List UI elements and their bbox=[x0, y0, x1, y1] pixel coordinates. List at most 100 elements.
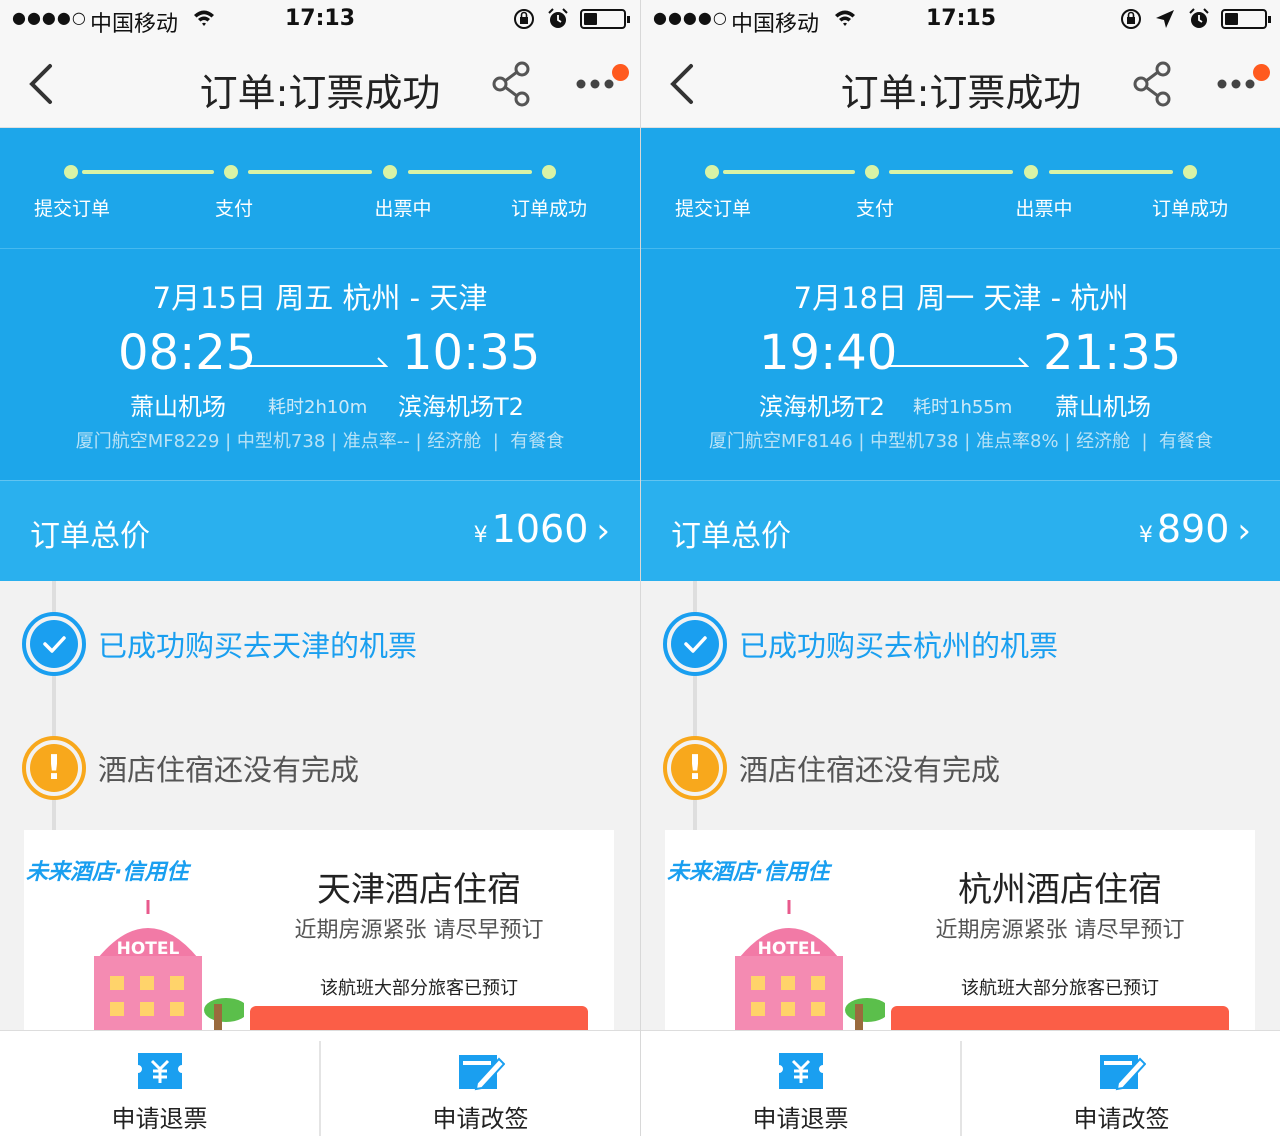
price-amount: ¥ 1060 › bbox=[474, 507, 610, 551]
success-text: 已成功购买去天津的机票 bbox=[98, 629, 418, 663]
hotel-pending-status: ! 酒店住宿还没有完成 bbox=[22, 736, 359, 800]
arrival-airport: 滨海机场T2 bbox=[398, 393, 524, 421]
book-hotel-button[interactable] bbox=[250, 1006, 588, 1030]
hotel-note: 该航班大部分旅客已预订 bbox=[961, 978, 1159, 999]
hotel-promo-card[interactable]: 未来酒店·信用住 HOTEL 杭州酒店住宿 近期房源紧张 请尽早预订 该航班大部… bbox=[665, 830, 1255, 1030]
progress-step-ticketing: 出票中 bbox=[1015, 198, 1073, 220]
warning-text: 酒店住宿还没有完成 bbox=[98, 753, 360, 787]
share-icon[interactable] bbox=[1131, 60, 1175, 108]
hotel-brand: 未来酒店·信用住 bbox=[667, 860, 830, 885]
arrival-airport: 萧山机场 bbox=[1055, 393, 1151, 421]
bottom-action-bar: 申请退票 申请改签 bbox=[641, 1030, 1280, 1136]
notification-badge bbox=[1253, 64, 1270, 81]
progress-line bbox=[82, 170, 214, 174]
refund-ticket-icon bbox=[778, 1053, 823, 1089]
flight-meta: 厦门航空MF8229 | 中型机738 | 准点率-- | 经济舱 | 有餐食 bbox=[75, 431, 565, 452]
departure-time: 19:40 bbox=[759, 325, 898, 381]
share-icon[interactable] bbox=[490, 60, 534, 108]
flight-meta: 厦门航空MF8146 | 中型机738 | 准点率8% | 经济舱 | 有餐食 bbox=[708, 431, 1214, 452]
progress-node bbox=[542, 165, 556, 179]
hotel-subtitle: 近期房源紧张 请尽早预订 bbox=[935, 918, 1185, 943]
order-progress: 提交订单 支付 出票中 订单成功 bbox=[0, 128, 640, 248]
price-label: 订单总价 bbox=[30, 519, 150, 554]
hotel-pending-status: ! 酒店住宿还没有完成 bbox=[663, 736, 1000, 800]
ticket-success-status: 已成功购买去杭州的机票 bbox=[663, 612, 1058, 676]
flight-info: 7月18日 周一 天津 - 杭州 19:40 21:35 滨海机场T2 耗时1h… bbox=[641, 248, 1280, 480]
change-label: 申请改签 bbox=[432, 1105, 529, 1133]
change-label: 申请改签 bbox=[1073, 1105, 1170, 1133]
svg-text:HOTEL: HOTEL bbox=[758, 939, 821, 959]
warning-icon: ! bbox=[22, 736, 86, 800]
progress-step-submit: 提交订单 bbox=[674, 198, 752, 220]
progress-node bbox=[383, 165, 397, 179]
hotel-building-icon: HOTEL bbox=[735, 900, 885, 1030]
battery-icon bbox=[1221, 9, 1271, 29]
change-button[interactable]: 申请改签 bbox=[960, 1041, 1280, 1136]
flight-info: 7月15日 周五 杭州 - 天津 08:25 10:35 萧山机场 耗时2h10… bbox=[0, 248, 640, 480]
refund-button[interactable]: 申请退票 bbox=[0, 1031, 319, 1136]
order-price-row[interactable]: 订单总价 ¥ 890 › bbox=[641, 480, 1280, 581]
progress-line bbox=[723, 170, 855, 174]
progress-node bbox=[1183, 165, 1197, 179]
currency-symbol: ¥ bbox=[473, 523, 488, 548]
warning-icon: ! bbox=[663, 736, 727, 800]
ticket-success-status: 已成功购买去天津的机票 bbox=[22, 612, 417, 676]
order-price-row[interactable]: 订单总价 ¥ 1060 › bbox=[0, 480, 640, 581]
progress-line bbox=[1049, 170, 1173, 174]
more-dots-icon[interactable] bbox=[1215, 74, 1259, 94]
location-arrow-icon bbox=[1156, 10, 1174, 28]
status-icons bbox=[1119, 7, 1271, 31]
warning-text: 酒店住宿还没有完成 bbox=[739, 753, 1001, 787]
edit-ticket-icon bbox=[458, 1055, 505, 1091]
chevron-right-icon: › bbox=[1237, 511, 1251, 551]
departure-airport: 萧山机场 bbox=[130, 393, 226, 421]
currency-symbol: ¥ bbox=[1138, 523, 1153, 548]
progress-line bbox=[248, 170, 372, 174]
progress-node bbox=[865, 165, 879, 179]
svg-text:HOTEL: HOTEL bbox=[117, 939, 180, 959]
hotel-brand: 未来酒店·信用住 bbox=[26, 860, 189, 885]
refund-label: 申请退票 bbox=[111, 1105, 208, 1133]
alarm-icon bbox=[548, 8, 568, 28]
flight-duration: 耗时1h55m bbox=[913, 397, 1013, 418]
flight-route: 7月18日 周一 天津 - 杭州 bbox=[793, 281, 1129, 315]
progress-step-pay: 支付 bbox=[855, 198, 895, 220]
hotel-promo-card[interactable]: 未来酒店·信用住 HOTEL 天津酒店住宿 近期房源紧张 请尽早预订 该航班大部… bbox=[24, 830, 614, 1030]
page-title: 订单:订票成功 bbox=[199, 71, 441, 115]
departure-time: 08:25 bbox=[118, 325, 257, 381]
price-label: 订单总价 bbox=[671, 519, 791, 554]
check-icon bbox=[663, 612, 727, 676]
phone-screen-right: ●●●●○ 中国移动 17:15 订单:订票成功 提交订单 支付 出票中 订单成… bbox=[640, 0, 1280, 1136]
lock-rotation-icon bbox=[514, 9, 534, 29]
refund-button[interactable]: 申请退票 bbox=[641, 1031, 960, 1136]
status-bar: ●●●●○ 中国移动 17:15 bbox=[641, 0, 1280, 40]
arrival-time: 10:35 bbox=[402, 325, 541, 381]
hotel-title: 天津酒店住宿 bbox=[317, 870, 521, 910]
progress-step-success: 订单成功 bbox=[1151, 198, 1229, 220]
lock-rotation-icon bbox=[1121, 9, 1141, 29]
progress-line bbox=[408, 170, 532, 174]
battery-icon bbox=[580, 9, 630, 29]
progress-step-ticketing: 出票中 bbox=[374, 198, 432, 220]
price-amount: ¥ 890 › bbox=[1139, 507, 1251, 551]
price-value: 1060 bbox=[491, 507, 589, 551]
status-bar: ●●●●○ 中国移动 17:13 bbox=[0, 0, 640, 40]
order-progress: 提交订单 支付 出票中 订单成功 bbox=[641, 128, 1280, 248]
progress-step-submit: 提交订单 bbox=[33, 198, 111, 220]
progress-node bbox=[224, 165, 238, 179]
more-dots-icon[interactable] bbox=[574, 74, 618, 94]
flight-route: 7月15日 周五 杭州 - 天津 bbox=[152, 281, 488, 315]
progress-node bbox=[705, 165, 719, 179]
progress-node bbox=[64, 165, 78, 179]
price-value: 890 bbox=[1156, 507, 1230, 551]
phone-screen-left: ●●●●○ 中国移动 17:13 订单:订票成功 提交订单 支付 出票中 订单成… bbox=[0, 0, 640, 1136]
bottom-action-bar: 申请退票 申请改签 bbox=[0, 1030, 640, 1136]
hotel-title: 杭州酒店住宿 bbox=[958, 870, 1162, 910]
hotel-building-icon: HOTEL bbox=[94, 900, 244, 1030]
book-hotel-button[interactable] bbox=[891, 1006, 1229, 1030]
refund-ticket-icon bbox=[137, 1053, 182, 1089]
change-button[interactable]: 申请改签 bbox=[319, 1041, 640, 1136]
success-text: 已成功购买去杭州的机票 bbox=[739, 629, 1059, 663]
progress-line bbox=[889, 170, 1013, 174]
status-icons bbox=[512, 7, 630, 31]
